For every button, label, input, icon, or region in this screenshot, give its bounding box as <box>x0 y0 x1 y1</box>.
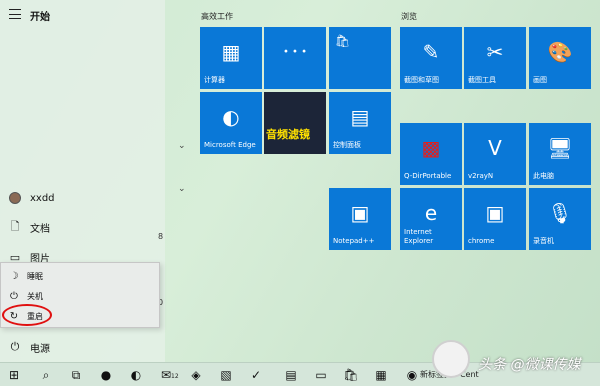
highlight-ring <box>2 304 52 326</box>
snip-icon: ✎ <box>422 39 440 64</box>
tile-label: v2rayN <box>468 172 494 180</box>
chevron-down-icon[interactable]: ⌄ <box>178 184 186 194</box>
search-icon[interactable]: ⌕ <box>38 367 54 383</box>
menu-item-label: 睡眠 <box>27 271 43 281</box>
tile-label: Q-DirPortable <box>404 172 452 180</box>
tile-control-panel[interactable]: ▤ 控制面板 <box>329 92 391 154</box>
tile-internet-explorer[interactable]: e Internet Explorer <box>400 188 462 250</box>
power-label: 电源 <box>30 343 50 355</box>
task-view-icon[interactable]: ⧉ <box>68 367 84 383</box>
tile-label: Microsoft Edge <box>204 141 256 149</box>
tile-label: 音频滤镜 <box>266 128 310 141</box>
tile-qdir[interactable]: ▩ Q-DirPortable <box>400 123 462 185</box>
tile-paint[interactable]: 🎨 画图 <box>529 27 591 89</box>
calculator-icon: ▦ <box>221 39 241 64</box>
tile-chrome[interactable]: ▣ chrome <box>464 188 526 250</box>
tile-calculator[interactable]: ▦ 计算器 <box>200 27 262 89</box>
tile-edge[interactable]: ◐ Microsoft Edge <box>200 92 262 154</box>
tile-snip-sketch[interactable]: ✎ 截图和草图 <box>400 27 462 89</box>
tile-notepad[interactable]: ▣ Notepad++ <box>329 188 391 250</box>
tile-label: 截图工具 <box>468 76 496 84</box>
tile-snipping-tool[interactable]: ✂ 截图工具 <box>464 27 526 89</box>
tile-label: 控制面板 <box>333 141 361 149</box>
tile-v2rayn[interactable]: V v2rayN <box>464 123 526 185</box>
store-icon: 🛍 <box>335 33 351 48</box>
scissors-icon: ✂ <box>486 39 504 64</box>
app-icon[interactable]: ▧ <box>218 367 234 383</box>
tile-label: 画图 <box>533 76 547 84</box>
power-icon: ⏻ <box>10 340 20 353</box>
power-icon: ⏻ <box>10 290 18 302</box>
pc-icon: 🖥 <box>547 135 573 160</box>
tile-store[interactable]: 🛍 <box>329 27 391 89</box>
tile-label: 截图和草图 <box>404 76 439 84</box>
user-account[interactable]: xxdd <box>0 187 150 209</box>
control-panel-icon: ▤ <box>350 104 370 129</box>
chrome-icon: ▣ <box>485 200 505 225</box>
tile-label: 此电脑 <box>533 172 554 180</box>
tile-label: 计算器 <box>204 76 225 84</box>
tile-label: chrome <box>468 237 495 245</box>
chrome-icon[interactable]: ◉ <box>404 367 420 383</box>
app-icon[interactable]: ✓ <box>248 367 264 383</box>
group-title-browse[interactable]: 浏览 <box>401 11 417 22</box>
hamburger-menu-icon[interactable] <box>9 9 21 19</box>
store-icon[interactable]: 🛍 <box>343 367 359 383</box>
tile-video[interactable]: 音频滤镜 <box>264 92 326 154</box>
people-icon: • • • <box>282 46 308 58</box>
tile-label: Internet Explorer <box>404 228 434 245</box>
tile-people[interactable]: • • • <box>264 27 326 89</box>
app-icon[interactable]: ▦ <box>373 367 389 383</box>
app-icon[interactable]: ▤ <box>283 367 299 383</box>
sidebar-item-documents[interactable]: 🗋 文档 <box>0 216 150 238</box>
group-title-productivity[interactable]: 高效工作 <box>201 11 233 22</box>
notepad-icon: ▣ <box>350 200 370 225</box>
app-icon[interactable]: ▭ <box>313 367 329 383</box>
shutdown-menu-item[interactable]: ⏻ 关机 <box>1 286 161 306</box>
avatar <box>9 192 21 204</box>
tile-recorder[interactable]: 🎙 录音机 <box>529 188 591 250</box>
side-number: 8 <box>158 232 164 241</box>
windows-start-icon[interactable]: ⊞ <box>6 367 22 383</box>
moon-icon: ☽ <box>9 270 19 282</box>
power-button[interactable]: ⏻ 电源 <box>0 336 150 358</box>
start-title: 开始 <box>30 12 50 23</box>
v2ray-icon: V <box>488 135 502 160</box>
qdir-icon: ▩ <box>421 135 441 160</box>
paint-icon: 🎨 <box>547 39 573 64</box>
firefox-icon[interactable]: ● <box>98 367 114 383</box>
chevron-down-icon[interactable]: ⌄ <box>178 141 186 151</box>
sidebar-item-label: 文档 <box>30 223 50 235</box>
menu-item-label: 关机 <box>27 291 43 301</box>
tile-label: Notepad++ <box>333 237 375 245</box>
app-icon[interactable]: ◈ <box>188 367 204 383</box>
edge-icon[interactable]: ◐ <box>128 367 144 383</box>
edge-icon: ◐ <box>222 104 240 129</box>
ie-icon: e <box>424 200 438 225</box>
watermark-logo <box>432 340 470 378</box>
user-name: xxdd <box>30 192 55 204</box>
mail-badge: 12 <box>171 373 179 380</box>
document-icon: 🗋 <box>10 219 20 233</box>
watermark-text: 头条 @微课传媒 <box>478 357 581 373</box>
sleep-menu-item[interactable]: ☽ 睡眠 <box>1 266 161 286</box>
tile-this-pc[interactable]: 🖥 此电脑 <box>529 123 591 185</box>
recorder-icon: 🎙 <box>547 200 573 225</box>
tile-label: 录音机 <box>533 237 554 245</box>
